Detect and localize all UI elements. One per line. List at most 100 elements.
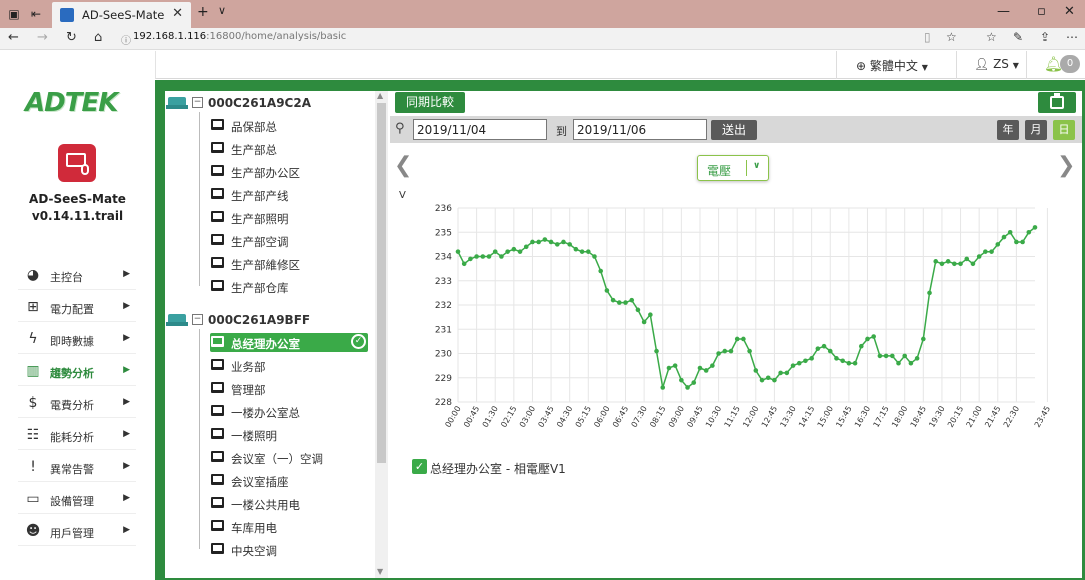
print-button[interactable] — [1038, 92, 1076, 113]
favorites-bar-icon[interactable]: ☆ — [986, 30, 997, 44]
period-button[interactable]: 年 — [997, 120, 1019, 140]
x-tick-label: 02:15 — [499, 405, 518, 429]
data-point — [765, 375, 771, 381]
data-point — [803, 358, 808, 364]
tree-item[interactable]: 生产部空调 — [210, 231, 368, 250]
data-point — [834, 356, 839, 361]
legend-checkbox-icon[interactable]: ✓ — [412, 459, 427, 474]
voltage-line-chart: 228 229 230 231 232 233 234 235 236 00:00 00:45 01:… — [399, 190, 1052, 429]
tree-item[interactable]: 总经理办公室 ✓ — [210, 333, 368, 352]
tab-actions-icon[interactable]: ▣ — [4, 4, 24, 24]
meter-icon — [211, 451, 224, 462]
chevron-left-icon[interactable]: ❮ — [394, 153, 412, 178]
data-point — [492, 249, 498, 254]
sidebar-item[interactable]: ▭ 設備管理 ▶ — [18, 484, 136, 514]
maximize-icon[interactable]: ▫ — [1037, 4, 1046, 19]
close-tab-icon[interactable]: ✕ — [172, 6, 183, 21]
submit-button[interactable]: 送出 — [711, 120, 757, 140]
tree-item[interactable]: 品保部总 — [210, 116, 368, 135]
refresh-icon[interactable]: ↻ — [66, 30, 77, 45]
sidebar-item[interactable]: ☻ 用戶管理 ▶ — [18, 516, 136, 546]
x-tick-label: 21:00 — [965, 405, 984, 429]
data-point — [480, 254, 486, 259]
tree-item[interactable]: 生产部照明 — [210, 208, 368, 227]
period-button[interactable]: 月 — [1025, 120, 1047, 140]
tree-item-label: 生产部总 — [231, 143, 277, 157]
favorite-star-icon[interactable]: ☆ — [946, 30, 957, 44]
tree-item[interactable]: 一楼照明 — [210, 425, 368, 444]
more-icon[interactable]: ⋯ — [1066, 30, 1078, 44]
tree-item-label: 一楼办公室总 — [231, 406, 300, 420]
parameter-select[interactable]: 電壓 ∨ — [697, 155, 769, 181]
sidebar-item[interactable]: ◕ 主控台 ▶ — [18, 260, 136, 290]
chevron-right-icon[interactable]: ❯ — [1057, 153, 1075, 178]
date-to-input[interactable] — [573, 119, 707, 140]
data-point — [523, 244, 529, 250]
x-tick-label: 16:30 — [853, 405, 872, 429]
data-point — [635, 307, 641, 313]
tree-item[interactable]: 生产部仓库 — [210, 277, 368, 296]
collapse-icon[interactable]: − — [192, 314, 203, 325]
period-button[interactable]: 日 — [1053, 120, 1075, 140]
scrollbar-thumb[interactable] — [377, 103, 386, 463]
tree-item[interactable]: 会议室插座 — [210, 471, 368, 490]
period-compare-button[interactable]: 同期比較 — [395, 92, 465, 113]
share-icon[interactable]: ⇪ — [1040, 30, 1050, 44]
window-close-icon[interactable]: ✕ — [1064, 4, 1075, 19]
tree-item[interactable]: 中央空调 — [210, 540, 368, 559]
info-icon[interactable]: ⓘ — [121, 32, 131, 47]
sidebar: ADTEK AD-SeeS-Mate v0.14.11.trail ◕ 主控台 ▶ ⊞… — [0, 51, 155, 580]
scroll-up-icon[interactable]: ▲ — [377, 91, 383, 100]
tree-item[interactable]: 生产部产线 — [210, 185, 368, 204]
sidebar-item[interactable]: ϟ 即時數據 ▶ — [18, 324, 136, 354]
pen-icon[interactable]: ✎ — [1013, 30, 1023, 44]
tree-item[interactable]: 管理部 — [210, 379, 368, 398]
sidebar-item[interactable]: ☷ 能耗分析 ▶ — [18, 420, 136, 450]
back-icon[interactable]: ← — [8, 30, 19, 45]
tree-item[interactable]: 生产部办公区 — [210, 162, 368, 181]
tree-item[interactable]: 业务部 — [210, 356, 368, 375]
scroll-down-icon[interactable]: ▼ — [377, 567, 383, 576]
chevron-right-icon: ▶ — [123, 397, 130, 407]
url-field[interactable]: 192.168.1.116:16800/home/analysis/basic — [133, 31, 346, 42]
x-tick-label: 00:00 — [443, 405, 462, 429]
data-point — [958, 261, 963, 267]
sidebar-item[interactable]: $ 電費分析 ▶ — [18, 388, 136, 418]
tab-list-chevron-icon[interactable]: ∨ — [218, 4, 226, 17]
data-point — [1020, 239, 1025, 245]
sidebar-item[interactable]: ⊞ 電力配置 ▶ — [18, 292, 136, 322]
sidebar-item[interactable]: ▥ 趨勢分析 ▶ — [18, 356, 136, 386]
data-point — [728, 348, 734, 354]
data-point — [921, 336, 926, 342]
forward-icon[interactable]: → — [37, 30, 48, 45]
minimize-icon[interactable]: — — [997, 4, 1010, 19]
date-from-input[interactable] — [413, 119, 547, 140]
sidebar-item[interactable]: ! 異常告警 ▶ — [18, 452, 136, 482]
browser-tab[interactable]: AD-SeeS-Mate ✕ — [52, 2, 191, 28]
tree-item-label: 生产部仓库 — [231, 281, 289, 295]
tree-item[interactable]: 会议室（一）空调 — [210, 448, 368, 467]
reading-view-icon[interactable]: ▯ — [924, 30, 931, 44]
tree-item[interactable]: 车库用电 — [210, 517, 368, 536]
data-point — [505, 249, 510, 254]
language-dropdown[interactable]: ⊕ 繁體中文 ▼ — [856, 57, 928, 74]
data-point — [741, 336, 746, 342]
sidebar-item-label: 異常告警 — [50, 463, 94, 476]
data-point — [840, 358, 845, 364]
data-point — [672, 363, 678, 368]
user-dropdown[interactable]: 👤︎ ZS ▼ — [974, 57, 1019, 71]
data-point — [827, 348, 833, 354]
new-tab-icon[interactable]: + — [197, 4, 209, 20]
tree-item[interactable]: 生产部总 — [210, 139, 368, 158]
tree-item[interactable]: 生产部維修区 — [210, 254, 368, 273]
tree-item[interactable]: 一楼办公室总 — [210, 402, 368, 421]
tree-scrollbar[interactable]: ▲ ▼ — [375, 91, 388, 578]
collapse-icon[interactable]: − — [192, 97, 203, 108]
header-divider — [1026, 51, 1027, 79]
tree-item-label: 一楼公共用电 — [231, 498, 300, 512]
data-point — [455, 249, 461, 254]
device-label: 000C261A9C2A — [208, 96, 311, 110]
set-aside-tabs-icon[interactable]: ⇤ — [26, 4, 46, 24]
tree-item[interactable]: 一楼公共用电 — [210, 494, 368, 513]
home-icon[interactable]: ⌂ — [94, 30, 102, 45]
